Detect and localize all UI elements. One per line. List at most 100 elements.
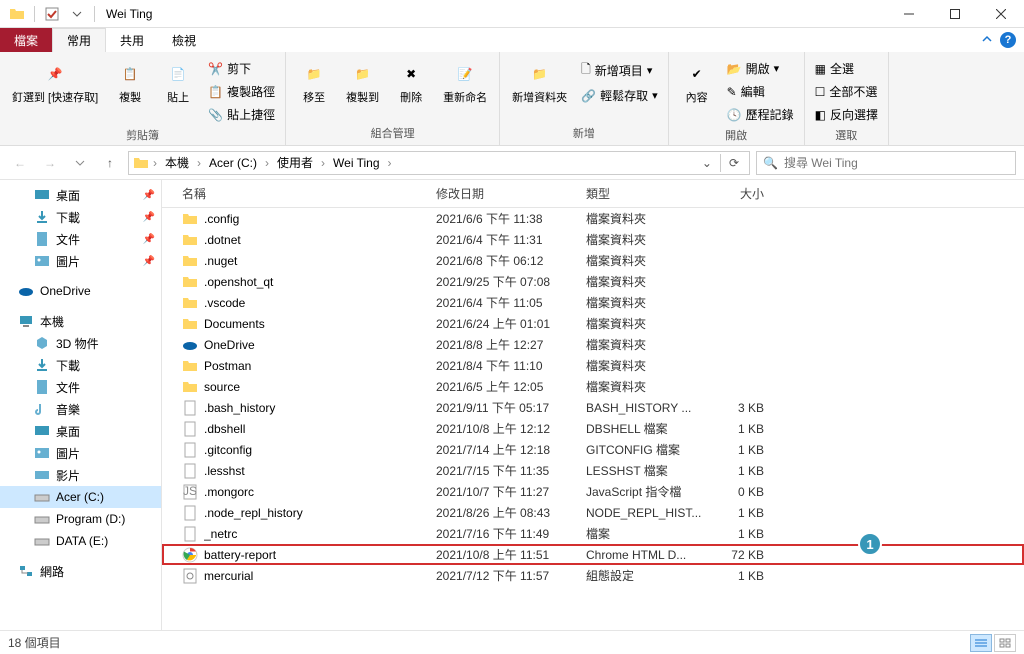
picture-icon [34, 253, 50, 269]
qat-dropdown-icon[interactable] [66, 3, 88, 25]
nav-forward-button[interactable]: → [38, 151, 62, 175]
file-date: 2021/7/15 下午 11:35 [436, 462, 586, 479]
sidebar-quick-item[interactable]: 下載📌 [0, 206, 161, 228]
open-button[interactable]: 📂開啟 ▾ [723, 58, 798, 79]
file-row[interactable]: .openshot_qt2021/9/25 下午 07:08檔案資料夾 [162, 271, 1024, 292]
sidebar-network[interactable]: 網路 [0, 560, 161, 582]
select-none-button[interactable]: ☐全部不選 [811, 81, 882, 102]
file-date: 2021/6/5 上午 12:05 [436, 378, 586, 395]
invert-selection-button[interactable]: ◧反向選擇 [811, 104, 882, 125]
maximize-button[interactable] [932, 0, 978, 28]
breadcrumb-item[interactable]: 本機 [161, 154, 193, 171]
easy-access-button[interactable]: 🔗輕鬆存取 ▾ [577, 85, 662, 106]
breadcrumb-item[interactable]: 使用者 [273, 154, 317, 171]
copy-button[interactable]: 📋複製 [108, 54, 152, 105]
breadcrumb-item[interactable]: Wei Ting [329, 156, 383, 170]
file-date: 2021/8/4 下午 11:10 [436, 357, 586, 374]
sidebar-pc-item[interactable]: 下載 [0, 354, 161, 376]
file-type: 檔案資料夾 [586, 336, 704, 353]
col-type[interactable]: 類型 [586, 185, 704, 202]
file-row[interactable]: mercurial2021/7/12 下午 11:57組態設定1 KB [162, 565, 1024, 586]
tab-share[interactable]: 共用 [106, 28, 158, 52]
sidebar-pc-item[interactable]: 影片 [0, 464, 161, 486]
col-name[interactable]: 名稱 [182, 185, 436, 202]
file-row[interactable]: JS.mongorc2021/10/7 下午 11:27JavaScript 指… [162, 481, 1024, 502]
file-row[interactable]: .nuget2021/6/8 下午 06:12檔案資料夾 [162, 250, 1024, 271]
sidebar-pc-item[interactable]: 圖片 [0, 442, 161, 464]
group-open-label: 開啟 [675, 125, 798, 145]
sidebar-pc-item[interactable]: Acer (C:) [0, 486, 161, 508]
sidebar-pc-item[interactable]: 3D 物件 [0, 332, 161, 354]
select-all-button[interactable]: ▦全選 [811, 58, 882, 79]
sidebar-onedrive[interactable]: OneDrive [0, 280, 161, 302]
collapse-ribbon-icon[interactable] [982, 33, 992, 47]
file-row[interactable]: .bash_history2021/9/11 下午 05:17BASH_HIST… [162, 397, 1024, 418]
file-size: 72 KB [704, 548, 764, 562]
file-row[interactable]: .lesshst2021/7/15 下午 11:35LESSHST 檔案1 KB [162, 460, 1024, 481]
breadcrumb-dropdown-icon[interactable]: ⌄ [696, 156, 718, 170]
pin-icon: 📌 [39, 58, 71, 90]
copy-path-button[interactable]: 📋複製路徑 [204, 81, 279, 102]
file-row[interactable]: .node_repl_history2021/8/26 上午 08:43NODE… [162, 502, 1024, 523]
sidebar-quick-item[interactable]: 桌面📌 [0, 184, 161, 206]
file-row[interactable]: .vscode2021/6/4 下午 11:05檔案資料夾 [162, 292, 1024, 313]
sidebar-pc-item[interactable]: 音樂 [0, 398, 161, 420]
file-row[interactable]: .gitconfig2021/7/14 上午 12:18GITCONFIG 檔案… [162, 439, 1024, 460]
view-icons-button[interactable] [994, 634, 1016, 652]
file-row[interactable]: OneDrive2021/8/8 上午 12:27檔案資料夾 [162, 334, 1024, 355]
new-folder-button[interactable]: 📁新增資料夾 [506, 54, 573, 105]
file-row[interactable]: .dbshell2021/10/8 上午 12:12DBSHELL 檔案1 KB [162, 418, 1024, 439]
sidebar-pc-item[interactable]: 桌面 [0, 420, 161, 442]
file-row[interactable]: 1battery-report2021/10/8 上午 11:51Chrome … [162, 544, 1024, 565]
search-input[interactable] [784, 156, 1009, 170]
properties-button[interactable]: ✔內容 [675, 54, 719, 105]
delete-button[interactable]: ✖刪除 [389, 54, 433, 105]
file-type: Chrome HTML D... [586, 548, 704, 562]
file-row[interactable]: .config2021/6/6 下午 11:38檔案資料夾 [162, 208, 1024, 229]
pin-to-quickaccess-button[interactable]: 📌釘選到 [快速存取] [6, 54, 104, 105]
tab-file[interactable]: 檔案 [0, 28, 52, 52]
paste-button[interactable]: 📄貼上 [156, 54, 200, 105]
sidebar-quick-item[interactable]: 圖片📌 [0, 250, 161, 272]
paste-shortcut-button[interactable]: 📎貼上捷徑 [204, 104, 279, 125]
col-date[interactable]: 修改日期 [436, 185, 586, 202]
close-button[interactable] [978, 0, 1024, 28]
file-row[interactable]: _netrc2021/7/16 下午 11:49檔案1 KB [162, 523, 1024, 544]
sidebar-pc-item[interactable]: 文件 [0, 376, 161, 398]
nav-recent-button[interactable] [68, 151, 92, 175]
file-size: 1 KB [704, 422, 764, 436]
cut-button[interactable]: ✂️剪下 [204, 58, 279, 79]
breadcrumb[interactable]: › 本機› Acer (C:)› 使用者› Wei Ting› ⌄ ⟳ [128, 151, 750, 175]
file-row[interactable]: Postman2021/8/4 下午 11:10檔案資料夾 [162, 355, 1024, 376]
nav-back-button[interactable]: ← [8, 151, 32, 175]
file-row[interactable]: source2021/6/5 上午 12:05檔案資料夾 [162, 376, 1024, 397]
minimize-button[interactable] [886, 0, 932, 28]
rename-button[interactable]: 📝重新命名 [437, 54, 493, 105]
copy-to-button[interactable]: 📁複製到 [340, 54, 385, 105]
sidebar-pc-item[interactable]: DATA (E:) [0, 530, 161, 552]
sidebar-thispc[interactable]: 本機 [0, 310, 161, 332]
sidebar-quick-item[interactable]: 文件📌 [0, 228, 161, 250]
folder-icon [182, 253, 198, 269]
view-details-button[interactable] [970, 634, 992, 652]
new-item-button[interactable]: 🗋新增項目 ▾ [577, 58, 662, 83]
col-size[interactable]: 大小 [704, 185, 764, 202]
tab-home[interactable]: 常用 [52, 28, 106, 52]
chrome-icon [182, 547, 198, 563]
nav-up-button[interactable]: ↑ [98, 151, 122, 175]
refresh-button[interactable]: ⟳ [723, 156, 745, 170]
file-row[interactable]: .dotnet2021/6/4 下午 11:31檔案資料夾 [162, 229, 1024, 250]
pc-icon [18, 313, 34, 329]
search-box[interactable]: 🔍 [756, 151, 1016, 175]
edit-button[interactable]: ✎編輯 [723, 81, 798, 102]
config-icon [182, 568, 198, 584]
history-button[interactable]: 🕓歷程記錄 [723, 104, 798, 125]
sidebar-pc-item[interactable]: Program (D:) [0, 508, 161, 530]
help-icon[interactable]: ? [1000, 32, 1016, 48]
breadcrumb-item[interactable]: Acer (C:) [205, 156, 261, 170]
move-to-button[interactable]: 📁移至 [292, 54, 336, 105]
qat-checkbox-icon[interactable] [41, 3, 63, 25]
file-row[interactable]: Documents2021/6/24 上午 01:01檔案資料夾 [162, 313, 1024, 334]
tab-view[interactable]: 檢視 [158, 28, 210, 52]
file-type: 檔案資料夾 [586, 294, 704, 311]
